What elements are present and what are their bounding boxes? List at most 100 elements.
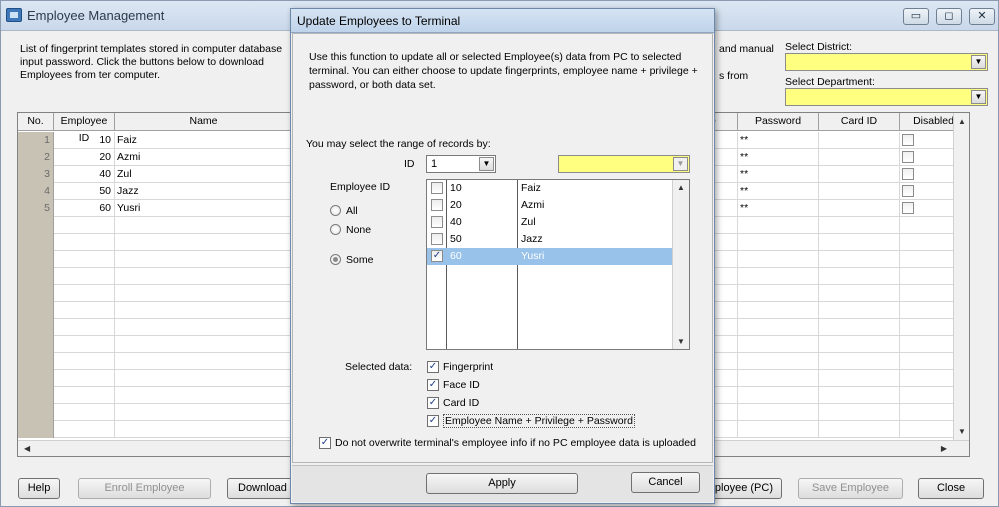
district-select[interactable]: ▼ xyxy=(785,53,988,71)
employee-id-cell[interactable] xyxy=(54,421,115,438)
card-id-cell[interactable] xyxy=(819,421,900,438)
password-cell[interactable] xyxy=(738,217,819,234)
fingerprint-label[interactable]: Fingerprint xyxy=(443,361,493,373)
list-item-checkbox[interactable] xyxy=(431,199,443,211)
card-id-cell[interactable] xyxy=(819,200,900,217)
scroll-up-icon[interactable]: ▲ xyxy=(677,183,685,192)
employee-id-cell[interactable] xyxy=(54,404,115,421)
close-window-button[interactable]: ✕ xyxy=(969,8,995,25)
list-item-checkbox[interactable] xyxy=(431,233,443,245)
radio-some-label[interactable]: Some xyxy=(346,254,373,266)
radio-none[interactable] xyxy=(330,224,341,235)
list-item-checkbox[interactable] xyxy=(431,216,443,228)
employee-id-cell[interactable]: 60 xyxy=(54,200,115,217)
list-scrollbar[interactable]: ▲ ▼ xyxy=(672,180,689,349)
password-cell[interactable] xyxy=(738,336,819,353)
card-id-cell[interactable] xyxy=(819,302,900,319)
password-cell[interactable] xyxy=(738,268,819,285)
name-cell[interactable] xyxy=(115,387,293,404)
cancel-button[interactable]: Cancel xyxy=(631,472,700,493)
name-cell[interactable] xyxy=(115,268,293,285)
card-id-cell[interactable] xyxy=(819,285,900,302)
card-id-cell[interactable] xyxy=(819,234,900,251)
card-id-label[interactable]: Card ID xyxy=(443,397,479,409)
employee-id-cell[interactable] xyxy=(54,370,115,387)
scroll-right-icon[interactable]: ▶ xyxy=(941,444,947,453)
help-button[interactable]: Help xyxy=(18,478,60,499)
password-cell[interactable] xyxy=(738,387,819,404)
list-item[interactable]: 10 Faiz xyxy=(427,180,673,197)
card-id-cell[interactable] xyxy=(819,370,900,387)
col-header-name[interactable]: Name xyxy=(115,113,293,131)
card-id-cell[interactable] xyxy=(819,166,900,183)
save-employee-button[interactable]: Save Employee xyxy=(798,478,903,499)
employee-id-cell[interactable] xyxy=(54,234,115,251)
col-header-employee-id[interactable]: Employee ID xyxy=(54,113,115,144)
password-cell[interactable] xyxy=(738,302,819,319)
list-item[interactable]: 50 Jazz xyxy=(427,231,673,248)
scroll-left-icon[interactable]: ◀ xyxy=(24,444,30,453)
name-cell[interactable] xyxy=(115,285,293,302)
password-cell[interactable]: ** xyxy=(738,166,819,183)
card-id-cell[interactable] xyxy=(819,319,900,336)
scroll-down-icon[interactable]: ▼ xyxy=(958,427,966,436)
employee-id-cell[interactable] xyxy=(54,387,115,404)
disabled-checkbox[interactable] xyxy=(902,134,914,146)
password-cell[interactable]: ** xyxy=(738,183,819,200)
department-select[interactable]: ▼ xyxy=(785,88,988,106)
employee-id-cell[interactable] xyxy=(54,251,115,268)
password-cell[interactable] xyxy=(738,251,819,268)
list-item[interactable]: ✓ 60 Yusri xyxy=(427,248,673,265)
apply-button[interactable]: Apply xyxy=(426,473,578,494)
name-privilege-password-label[interactable]: Employee Name + Privilege + Password xyxy=(443,414,635,428)
name-cell[interactable] xyxy=(115,421,293,438)
name-cell[interactable]: Azmi xyxy=(115,149,293,166)
upload-employee-button[interactable]: ployee (PC) xyxy=(707,478,782,499)
disabled-checkbox[interactable] xyxy=(902,168,914,180)
radio-none-label[interactable]: None xyxy=(346,224,371,236)
card-id-cell[interactable] xyxy=(819,268,900,285)
col-header-card-id[interactable]: Card ID xyxy=(819,113,900,131)
employee-id-cell[interactable] xyxy=(54,285,115,302)
range-value-select[interactable]: ▼ xyxy=(558,155,690,173)
chevron-down-icon[interactable]: ▼ xyxy=(479,157,494,171)
employee-id-cell[interactable] xyxy=(54,353,115,370)
employee-id-cell[interactable] xyxy=(54,302,115,319)
card-id-cell[interactable] xyxy=(819,183,900,200)
password-cell[interactable] xyxy=(738,319,819,336)
name-cell[interactable] xyxy=(115,251,293,268)
password-cell[interactable] xyxy=(738,353,819,370)
employee-id-cell[interactable] xyxy=(54,336,115,353)
employee-id-cell[interactable]: 40 xyxy=(54,166,115,183)
card-id-cell[interactable] xyxy=(819,132,900,149)
password-cell[interactable] xyxy=(738,370,819,387)
card-id-cell[interactable] xyxy=(819,251,900,268)
name-cell[interactable] xyxy=(115,353,293,370)
password-cell[interactable] xyxy=(738,421,819,438)
card-id-checkbox[interactable]: ✓ xyxy=(427,397,439,409)
no-overwrite-label[interactable]: Do not overwrite terminal's employee inf… xyxy=(335,437,696,449)
name-privilege-password-checkbox[interactable]: ✓ xyxy=(427,415,439,427)
name-cell[interactable]: Yusri xyxy=(115,200,293,217)
list-item-checkbox[interactable]: ✓ xyxy=(431,250,443,262)
password-cell[interactable] xyxy=(738,285,819,302)
col-header-password[interactable]: Password xyxy=(738,113,819,131)
radio-all-label[interactable]: All xyxy=(346,205,358,217)
name-cell[interactable] xyxy=(115,370,293,387)
name-cell[interactable]: Faiz xyxy=(115,132,293,149)
card-id-cell[interactable] xyxy=(819,353,900,370)
scroll-down-icon[interactable]: ▼ xyxy=(677,337,685,346)
employee-id-cell[interactable] xyxy=(54,268,115,285)
disabled-checkbox[interactable] xyxy=(902,151,914,163)
name-cell[interactable] xyxy=(115,217,293,234)
radio-some[interactable] xyxy=(330,254,341,265)
name-cell[interactable] xyxy=(115,302,293,319)
password-cell[interactable]: ** xyxy=(738,149,819,166)
chevron-down-icon[interactable]: ▼ xyxy=(971,55,986,69)
password-cell[interactable]: ** xyxy=(738,200,819,217)
name-cell[interactable]: Zul xyxy=(115,166,293,183)
disabled-checkbox[interactable] xyxy=(902,202,914,214)
name-cell[interactable]: Jazz xyxy=(115,183,293,200)
fingerprint-checkbox[interactable]: ✓ xyxy=(427,361,439,373)
scroll-up-icon[interactable]: ▲ xyxy=(958,117,966,126)
